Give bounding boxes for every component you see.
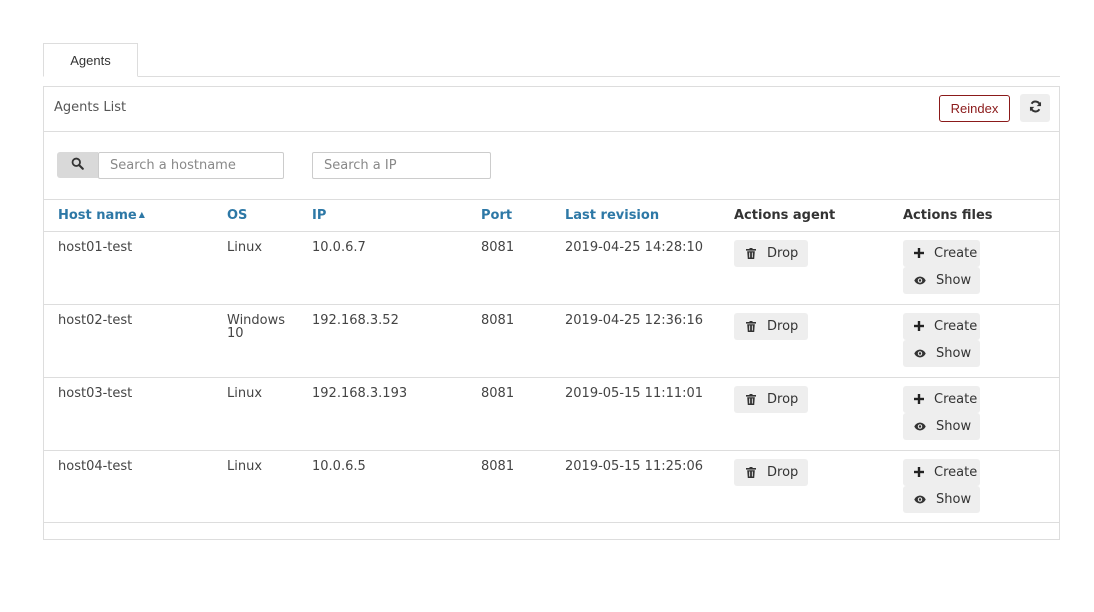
eye-icon xyxy=(914,276,926,285)
cell-port: 8081 xyxy=(467,304,551,378)
panel-title: Agents List xyxy=(54,100,127,115)
column-header-hostname[interactable]: Host name ▲ xyxy=(44,200,213,232)
tab-bar: Agents xyxy=(43,43,1060,77)
cell-last-revision: 2019-04-25 14:28:10 xyxy=(551,231,720,305)
cell-os: Linux xyxy=(213,377,298,451)
drop-label: Drop xyxy=(767,391,799,407)
cell-os: Windows 10 xyxy=(213,304,298,378)
drop-label: Drop xyxy=(767,464,799,480)
show-button[interactable]: Show xyxy=(903,339,980,367)
table-row: host01-test Linux 10.0.6.7 8081 2019-04-… xyxy=(44,231,1059,305)
search-bar xyxy=(44,132,1059,200)
show-button[interactable]: Show xyxy=(903,266,980,294)
cell-port: 8081 xyxy=(467,450,551,523)
refresh-button[interactable] xyxy=(1020,94,1050,122)
cell-ip: 10.0.6.5 xyxy=(298,450,467,523)
table-row: host04-test Linux 10.0.6.5 8081 2019-05-… xyxy=(44,450,1059,523)
show-button[interactable]: Show xyxy=(903,485,980,513)
show-label: Show xyxy=(936,418,972,434)
plus-icon xyxy=(914,394,924,404)
trash-icon xyxy=(745,320,757,332)
reindex-button[interactable]: Reindex xyxy=(939,95,1010,122)
cell-hostname: host02-test xyxy=(44,304,213,378)
drop-label: Drop xyxy=(767,318,799,334)
cell-actions-files: Create Show xyxy=(889,231,1059,305)
table-row: host03-test Linux 192.168.3.193 8081 201… xyxy=(44,377,1059,451)
cell-actions-files: Create Show xyxy=(889,450,1059,523)
ip-search-input[interactable] xyxy=(312,152,491,179)
eye-icon xyxy=(914,422,926,431)
column-header-hostname-label: Host name xyxy=(58,207,137,223)
eye-icon xyxy=(914,495,926,504)
show-button[interactable]: Show xyxy=(903,412,980,440)
cell-actions-files: Create Show xyxy=(889,377,1059,451)
cell-actions-agent: Drop xyxy=(720,231,889,305)
column-header-actions-agent: Actions agent xyxy=(720,200,889,232)
cell-last-revision: 2019-05-15 11:25:06 xyxy=(551,450,720,523)
cell-os: Linux xyxy=(213,450,298,523)
create-label: Create xyxy=(934,318,978,334)
cell-last-revision: 2019-05-15 11:11:01 xyxy=(551,377,720,451)
create-button[interactable]: Create xyxy=(903,458,980,486)
drop-button[interactable]: Drop xyxy=(734,312,809,340)
column-header-os[interactable]: OS xyxy=(213,200,298,232)
show-label: Show xyxy=(936,491,972,507)
cell-os: Linux xyxy=(213,231,298,305)
agents-panel: Agents List Reindex Search a hostname Se… xyxy=(43,86,1060,540)
eye-icon xyxy=(914,349,926,358)
create-label: Create xyxy=(934,391,978,407)
cell-ip: 10.0.6.7 xyxy=(298,231,467,305)
drop-label: Drop xyxy=(767,245,799,261)
column-header-ip[interactable]: IP xyxy=(298,200,467,232)
column-header-port[interactable]: Port xyxy=(467,200,551,232)
create-label: Create xyxy=(934,464,978,480)
plus-icon xyxy=(914,321,924,331)
cell-hostname: host01-test xyxy=(44,231,213,305)
tab-agents[interactable]: Agents xyxy=(43,43,138,77)
cell-hostname: host04-test xyxy=(44,450,213,523)
table-header-row: Host name ▲ OS IP Port Last revision Acti… xyxy=(44,200,1059,232)
cell-actions-files: Create Show xyxy=(889,304,1059,378)
plus-icon xyxy=(914,467,924,477)
show-label: Show xyxy=(936,345,972,361)
drop-button[interactable]: Drop xyxy=(734,239,809,267)
create-button[interactable]: Create xyxy=(903,312,980,340)
drop-button[interactable]: Drop xyxy=(734,458,809,486)
trash-icon xyxy=(745,393,757,405)
search-icon xyxy=(71,157,84,174)
cell-actions-agent: Drop xyxy=(720,377,889,451)
show-label: Show xyxy=(936,272,972,288)
trash-icon xyxy=(745,247,757,259)
cell-port: 8081 xyxy=(467,231,551,305)
cell-port: 8081 xyxy=(467,377,551,451)
agents-table: Host name ▲ OS IP Port Last revision Acti… xyxy=(44,200,1059,523)
cell-ip: 192.168.3.52 xyxy=(298,304,467,378)
cell-actions-agent: Drop xyxy=(720,304,889,378)
panel-header: Agents List Reindex xyxy=(44,87,1059,132)
refresh-icon xyxy=(1029,100,1042,117)
create-button[interactable]: Create xyxy=(903,385,980,413)
column-header-last-revision[interactable]: Last revision xyxy=(551,200,720,232)
search-button[interactable] xyxy=(57,152,98,178)
column-header-actions-files: Actions files xyxy=(889,200,1059,232)
create-button[interactable]: Create xyxy=(903,239,980,267)
cell-ip: 192.168.3.193 xyxy=(298,377,467,451)
caret-up-icon: ▲ xyxy=(138,209,145,219)
create-label: Create xyxy=(934,245,978,261)
hostname-search-input[interactable] xyxy=(98,152,284,179)
cell-hostname: host03-test xyxy=(44,377,213,451)
trash-icon xyxy=(745,466,757,478)
cell-actions-agent: Drop xyxy=(720,450,889,523)
table-row: host02-test Windows 10 192.168.3.52 8081… xyxy=(44,304,1059,378)
cell-last-revision: 2019-04-25 12:36:16 xyxy=(551,304,720,378)
drop-button[interactable]: Drop xyxy=(734,385,809,413)
plus-icon xyxy=(914,248,924,258)
